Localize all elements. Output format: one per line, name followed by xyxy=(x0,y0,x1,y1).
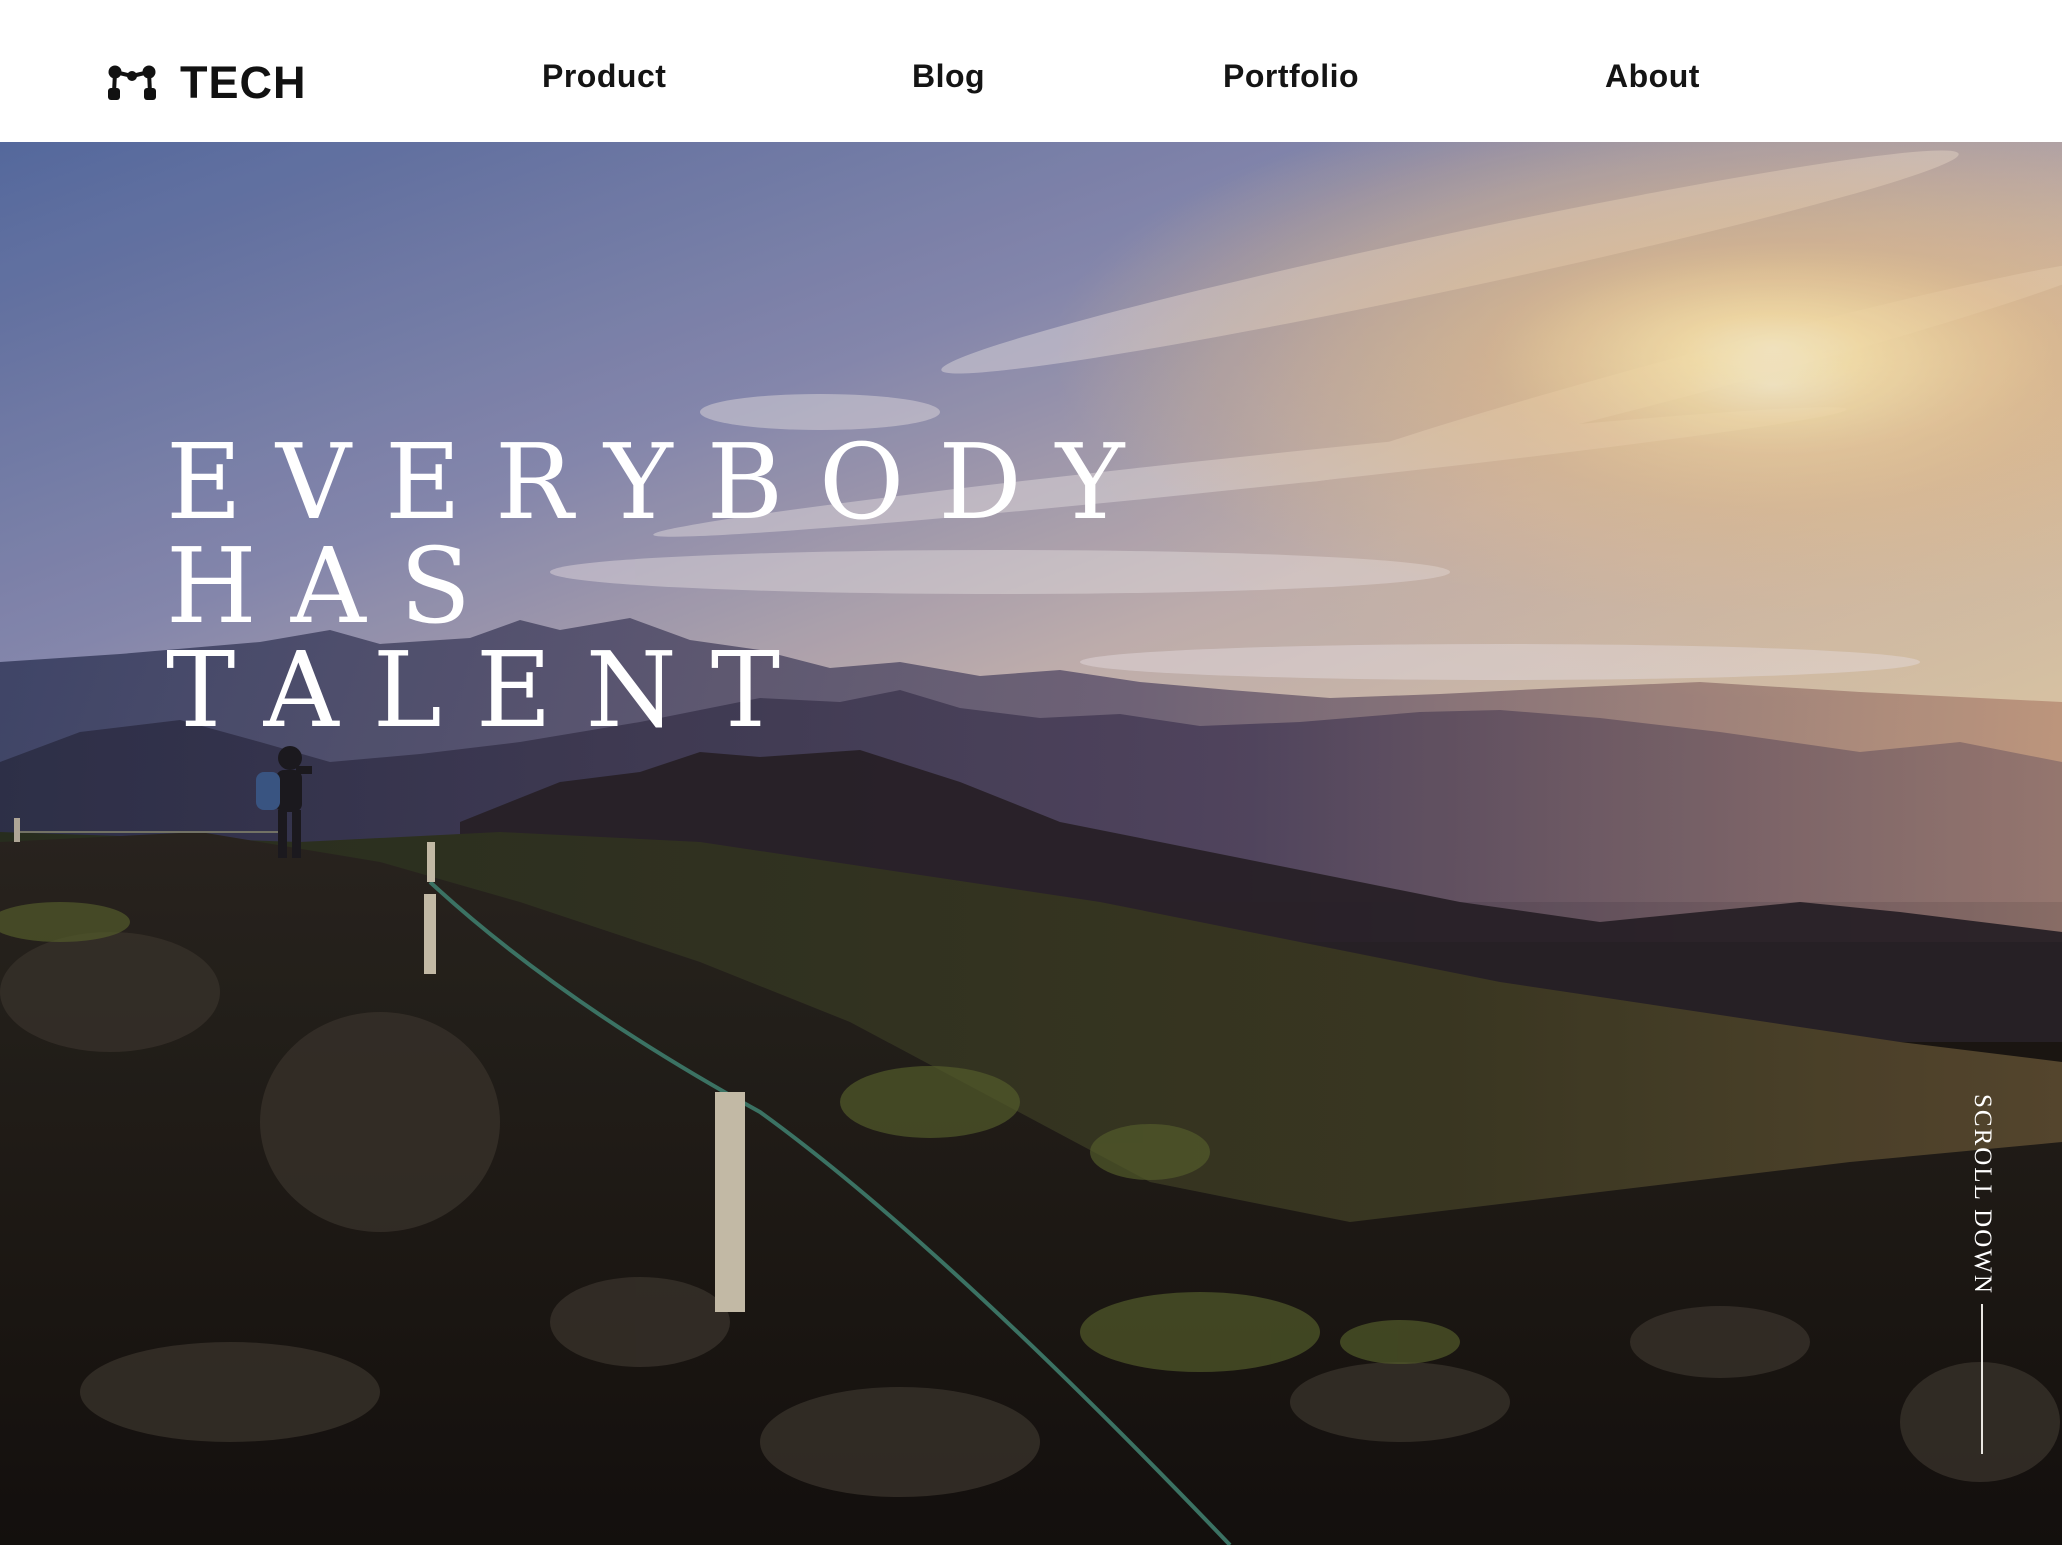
site-header: TECH Product Blog Portfolio About xyxy=(0,0,2062,142)
brand-name: TECH xyxy=(180,56,307,108)
hero-section: EVERYBODY HAS TALENT SCROLL DOWN xyxy=(0,142,2062,1545)
brand-logo-link[interactable]: TECH xyxy=(106,56,307,108)
nav-about[interactable]: About xyxy=(1605,60,1700,92)
nav-product[interactable]: Product xyxy=(542,60,666,92)
nav-blog[interactable]: Blog xyxy=(912,60,985,92)
hero-headline: EVERYBODY HAS TALENT xyxy=(166,430,1158,742)
bottom-strip xyxy=(0,1545,2062,1568)
headline-line-2: HAS xyxy=(166,525,506,647)
nav-portfolio[interactable]: Portfolio xyxy=(1223,60,1359,92)
landing-page: TECH Product Blog Portfolio About EVERYB… xyxy=(0,0,2062,1568)
mountain-sunrise-photo xyxy=(0,142,2062,1545)
headline-line-1: EVERYBODY xyxy=(166,421,1159,543)
scroll-line-divider xyxy=(1981,1304,1983,1454)
scroll-down-indicator[interactable]: SCROLL DOWN xyxy=(1962,1094,2002,1454)
scroll-down-label: SCROLL DOWN xyxy=(1969,1094,1996,1295)
molecule-logo-icon xyxy=(108,65,156,100)
headline-line-3: TALENT xyxy=(166,629,815,751)
